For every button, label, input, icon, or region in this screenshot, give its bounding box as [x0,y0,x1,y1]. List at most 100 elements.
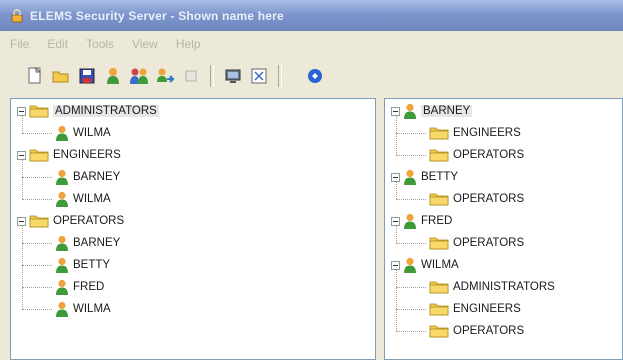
computer-icon [225,69,241,83]
node-label: ADMINISTRATORS [53,105,159,117]
remove-button[interactable] [180,65,202,87]
group-membership-node[interactable]: ENGINEERS [429,299,521,319]
group-membership-node[interactable]: OPERATORS [429,321,524,341]
node-label: WILMA [73,303,111,315]
node-label: BETTY [73,259,111,271]
node-label: OPERATORS [453,193,525,205]
tree-connector [22,309,52,310]
node-label: OPERATORS [453,149,525,161]
tree-connector [22,226,23,309]
node-label: ENGINEERS [453,127,521,139]
user-node[interactable]: FRED [391,211,452,231]
properties-icon [251,68,267,84]
save-icon [79,68,95,84]
user-icon [404,213,416,229]
user-node[interactable]: WILMA [391,255,459,275]
assign-button[interactable] [154,65,176,87]
remove-icon [185,70,197,82]
properties-button[interactable] [248,65,270,87]
tree-connector [22,116,23,133]
folder-icon [429,193,449,206]
user-node[interactable]: BETTY [391,167,458,187]
user-icon [56,257,68,273]
computer-button[interactable] [222,65,244,87]
node-label: BARNEY [421,105,473,117]
collapse-toggle[interactable] [391,172,400,182]
group-membership-node[interactable]: OPERATORS [429,233,524,253]
collapse-toggle[interactable] [391,106,400,116]
app-icon [11,8,23,22]
groups-tree-pane[interactable]: ADMINISTRATORS WILMA ENGINEERS BARNEY WI… [10,98,376,360]
add-group-button[interactable] [128,65,150,87]
menu-help[interactable]: Help [176,37,201,51]
node-label: ADMINISTRATORS [453,281,555,293]
menu-file[interactable]: File [10,37,29,51]
folder-icon [429,149,449,162]
node-label: FRED [73,281,105,293]
group-node[interactable]: ADMINISTRATORS [17,101,159,121]
member-node[interactable]: BETTY [55,255,110,275]
user-icon [56,125,68,141]
menu-edit[interactable]: Edit [47,37,68,51]
toolbar-separator [210,65,214,87]
group-membership-node[interactable]: ADMINISTRATORS [429,277,555,297]
user-icon [56,169,68,185]
member-node[interactable]: BARNEY [55,233,120,253]
menu-tools[interactable]: Tools [86,37,114,51]
tree-connector [396,243,426,244]
node-label: ENGINEERS [53,149,121,161]
group-membership-node[interactable]: OPERATORS [429,189,524,209]
tree-connector [396,331,426,332]
group-node[interactable]: ENGINEERS [17,145,121,165]
collapse-toggle[interactable] [17,106,26,116]
tree-connector [22,133,52,134]
tree-connector [396,182,397,199]
menu-view[interactable]: View [132,37,158,51]
add-user-button[interactable] [102,65,124,87]
save-button[interactable] [76,65,98,87]
folder-icon [429,281,449,294]
member-node[interactable]: WILMA [55,123,111,143]
users-tree-pane[interactable]: BARNEY ENGINEERS OPERATORS BETTY OPERATO… [384,98,623,360]
user-node[interactable]: BARNEY [391,101,473,121]
new-button[interactable] [24,65,46,87]
folder-icon [29,105,49,118]
open-button[interactable] [50,65,72,87]
tree-connector [396,226,397,243]
group-membership-node[interactable]: OPERATORS [429,145,524,165]
collapse-toggle[interactable] [17,150,26,160]
member-node[interactable]: WILMA [55,299,111,319]
group-node[interactable]: OPERATORS [17,211,124,231]
folder-icon [429,237,449,250]
collapse-toggle[interactable] [391,260,400,270]
node-label: ENGINEERS [453,303,521,315]
add-group-icon [130,68,148,84]
tree-connector [396,133,426,134]
member-node[interactable]: FRED [55,277,104,297]
open-icon [52,71,69,83]
node-label: OPERATORS [453,237,525,249]
collapse-toggle[interactable] [391,216,400,226]
tree-connector [396,287,426,288]
new-icon [28,67,42,84]
help-button[interactable] [304,65,326,87]
user-icon [404,257,416,273]
folder-icon [429,325,449,338]
node-label: FRED [421,215,453,227]
group-membership-node[interactable]: ENGINEERS [429,123,521,143]
user-icon [56,235,68,251]
help-icon [308,69,322,83]
tree-connector [396,270,397,331]
node-label: BARNEY [73,237,121,249]
user-icon [56,191,68,207]
collapse-toggle[interactable] [17,216,26,226]
member-node[interactable]: WILMA [55,189,111,209]
toolbar-separator [278,65,282,87]
user-icon [404,169,416,185]
assign-icon [157,68,175,83]
tree-connector [396,309,426,310]
member-node[interactable]: BARNEY [55,167,120,187]
menu-bar: File Edit Tools View Help [0,31,623,57]
node-label: BARNEY [73,171,121,183]
tree-connector [396,199,426,200]
